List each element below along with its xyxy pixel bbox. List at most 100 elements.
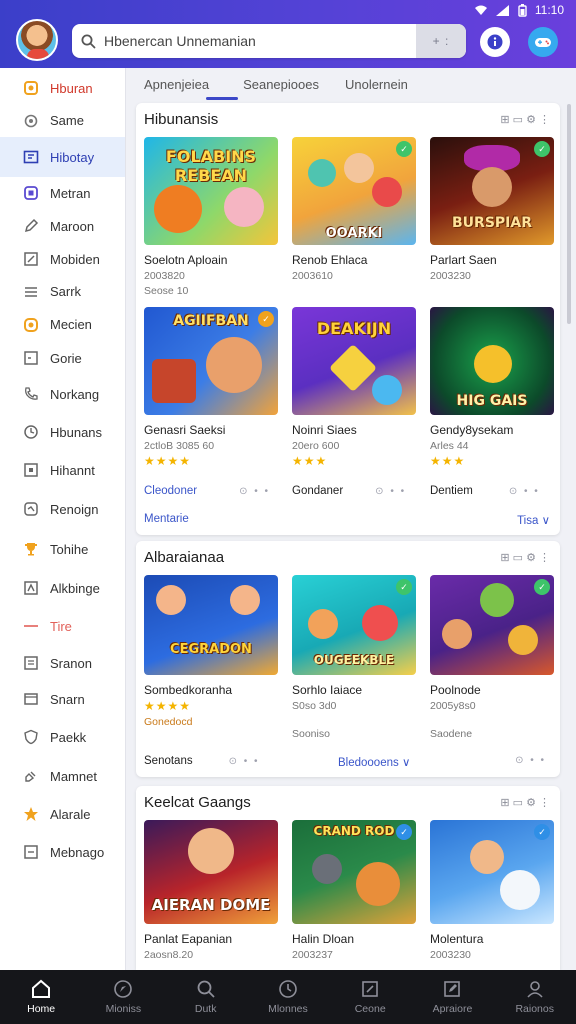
art-shape: [312, 854, 342, 884]
clock-icon: [22, 423, 40, 441]
tab-3[interactable]: Unolernein: [333, 68, 422, 100]
nav-label: Home: [27, 1003, 56, 1015]
info-button[interactable]: [480, 27, 510, 57]
sidebar-item-19[interactable]: Paekk: [0, 717, 125, 757]
game-tile[interactable]: ✓ BURSPIAR Parlart Saen 2003230: [430, 137, 554, 282]
game-tile[interactable]: DEAKIJN Noinri Siaes 20ero 600 ★★★: [292, 307, 416, 468]
game-thumbnail[interactable]: ✓ AGIIFBAN: [144, 307, 278, 415]
more-left-link[interactable]: Mentarie: [144, 513, 189, 525]
game-thumbnail[interactable]: ✓ OUGEEKBLE: [292, 575, 416, 675]
sidebar-item-home[interactable]: Hburan: [0, 72, 125, 104]
nav-profile[interactable]: Raionos: [494, 970, 576, 1024]
nav-home[interactable]: Home: [0, 970, 82, 1024]
game-tile[interactable]: CEGRADON Sombedkoranha ★★★★ Gonedocd: [144, 575, 278, 728]
game-meta: Gonedocd: [144, 716, 193, 728]
nav-history[interactable]: Mlonnes: [247, 970, 329, 1024]
art-shape: [372, 375, 402, 405]
nav-store[interactable]: Ceone: [329, 970, 411, 1024]
more-icon[interactable]: ⊙ • •: [515, 755, 546, 766]
sidebar-item-11[interactable]: Hbunans: [0, 413, 125, 451]
gamepad-button[interactable]: [528, 27, 558, 57]
game-tile[interactable]: AIERAN DOME Panlat Eapanian 2aosn8.20: [144, 820, 278, 961]
rating-stars: ★★★★: [144, 699, 192, 713]
tile-action-link[interactable]: Dentiem: [430, 485, 473, 497]
game-tile[interactable]: ✓ OUGEEKBLE Sorhlo Iaiace S0so 3d0 Sooni…: [292, 575, 416, 740]
section-tools[interactable]: ⊞ ▭ ⚙ ⋮: [500, 551, 550, 564]
sidebar-item-10[interactable]: Norkang: [0, 375, 125, 413]
section-card-3: Keelcat Gaangs ⊞ ▭ ⚙ ⋮ AIERAN DOME Panla…: [136, 786, 560, 970]
game-thumbnail[interactable]: CEGRADON: [144, 575, 278, 675]
search-icon: [72, 34, 104, 49]
more-icon[interactable]: ⊙ • •: [229, 756, 260, 767]
game-thumbnail[interactable]: ✓: [430, 575, 554, 675]
game-thumbnail[interactable]: ✓ CRAND ROD: [292, 820, 416, 924]
sidebar-item-label: Sranon: [50, 655, 92, 671]
game-art-title: OUGEEKBLE: [313, 653, 395, 667]
game-name: Soelotn Aploain: [144, 253, 228, 267]
game-thumbnail[interactable]: ✓: [430, 820, 554, 924]
sidebar-item-7[interactable]: Sarrk: [0, 275, 125, 308]
game-tile[interactable]: ✓ Poolnode 2005y8s0 Saodene: [430, 575, 554, 740]
sidebar-item-12[interactable]: Hihannt: [0, 451, 125, 489]
star-icon: [22, 805, 40, 823]
more-icon[interactable]: ⊙ • •: [509, 486, 540, 497]
sidebar-item-20[interactable]: Mamnet: [0, 757, 125, 795]
sidebar-item-17[interactable]: Sranon: [0, 645, 125, 681]
game-tile[interactable]: ✓ AGIIFBAN Genasri Saeksi 2ctloB 3085 60…: [144, 307, 278, 468]
game-art-title: DEAKIJN: [316, 319, 392, 338]
game-thumbnail[interactable]: DEAKIJN: [292, 307, 416, 415]
more-icon[interactable]: ⊙ • •: [239, 486, 270, 497]
nav-apps[interactable]: Apraiore: [411, 970, 493, 1024]
sidebar-item-library[interactable]: Hibotay: [0, 137, 125, 177]
tile-action-link[interactable]: Gondaner: [292, 485, 343, 497]
nav-missions[interactable]: Mioniss: [82, 970, 164, 1024]
game-tile[interactable]: ✓ OOARKI Renob Ehlaca 2003610: [292, 137, 416, 282]
category-tabs: Apnenjeiea Seanepiooes Unolernein: [128, 68, 576, 100]
sidebar-item-9[interactable]: Gorie: [0, 341, 125, 375]
game-thumbnail[interactable]: AIERAN DOME: [144, 820, 278, 924]
more-icon[interactable]: ⊙ • •: [375, 486, 406, 497]
game-tile[interactable]: FOLABINS REBEAN Soelotn Aploain 2003820 …: [144, 137, 278, 297]
sidebar-item-13[interactable]: Renoign: [0, 489, 125, 529]
sidebar-item-14[interactable]: Tohihe: [0, 529, 125, 569]
search-bar[interactable]: Hbenercan Unnemanian + :: [72, 24, 466, 58]
game-meta: 2ctloB 3085 60: [144, 440, 215, 452]
sidebar-item-8[interactable]: Mecien: [0, 308, 125, 341]
scrollbar[interactable]: [567, 104, 571, 324]
sidebar-item-5[interactable]: Maroon: [0, 209, 125, 243]
sidebar-item-22[interactable]: Mebnago: [0, 833, 125, 871]
search-filter-button[interactable]: + :: [416, 24, 466, 58]
sidebar-item-16[interactable]: Tire: [0, 607, 125, 645]
sidebar-item-4[interactable]: Metran: [0, 177, 125, 209]
nav-search[interactable]: Dutk: [165, 970, 247, 1024]
game-tile[interactable]: ✓ CRAND ROD Halin Dloan 2003237: [292, 820, 416, 961]
art-shape: [188, 828, 234, 874]
tile-action-link[interactable]: Cleodoner: [144, 485, 197, 497]
section-footer: Mentarie: [144, 513, 189, 525]
expand-link[interactable]: Bledoooens ∨: [338, 755, 410, 769]
game-meta: 20ero 600: [292, 440, 340, 452]
footer-link[interactable]: Senotans: [144, 755, 193, 767]
sidebar-item-2[interactable]: Same: [0, 104, 125, 137]
game-thumbnail[interactable]: FOLABINS REBEAN: [144, 137, 278, 245]
search-input[interactable]: Hbenercan Unnemanian: [104, 33, 416, 49]
expand-link[interactable]: Tisa ∨: [517, 513, 550, 527]
gamepad-icon: [535, 38, 551, 47]
game-tile[interactable]: HIG GAIS Gendy8ysekam Arles 44 ★★★: [430, 307, 554, 468]
sidebar-item-6[interactable]: Mobiden: [0, 243, 125, 275]
sidebar-item-15[interactable]: Alkbinge: [0, 569, 125, 607]
game-thumbnail[interactable]: ✓ OOARKI: [292, 137, 416, 245]
sidebar-item-label: Mebnago: [50, 844, 105, 860]
pencil-icon: [22, 217, 40, 235]
tab-1[interactable]: Apnenjeiea: [128, 68, 223, 100]
sidebar-item-18[interactable]: Snarn: [0, 681, 125, 717]
game-thumbnail[interactable]: HIG GAIS: [430, 307, 554, 415]
game-tile[interactable]: ✓ Molentura 2003230: [430, 820, 554, 961]
game-thumbnail[interactable]: ✓ BURSPIAR: [430, 137, 554, 245]
section-tools[interactable]: ⊞ ▭ ⚙ ⋮: [500, 796, 550, 809]
check-badge-icon: ✓: [396, 141, 412, 157]
sidebar-item-21[interactable]: Alarale: [0, 795, 125, 833]
avatar[interactable]: [16, 19, 58, 61]
section-tools[interactable]: ⊞ ▭ ⚙ ⋮: [500, 113, 550, 126]
tab-2[interactable]: Seanepiooes: [223, 68, 333, 100]
